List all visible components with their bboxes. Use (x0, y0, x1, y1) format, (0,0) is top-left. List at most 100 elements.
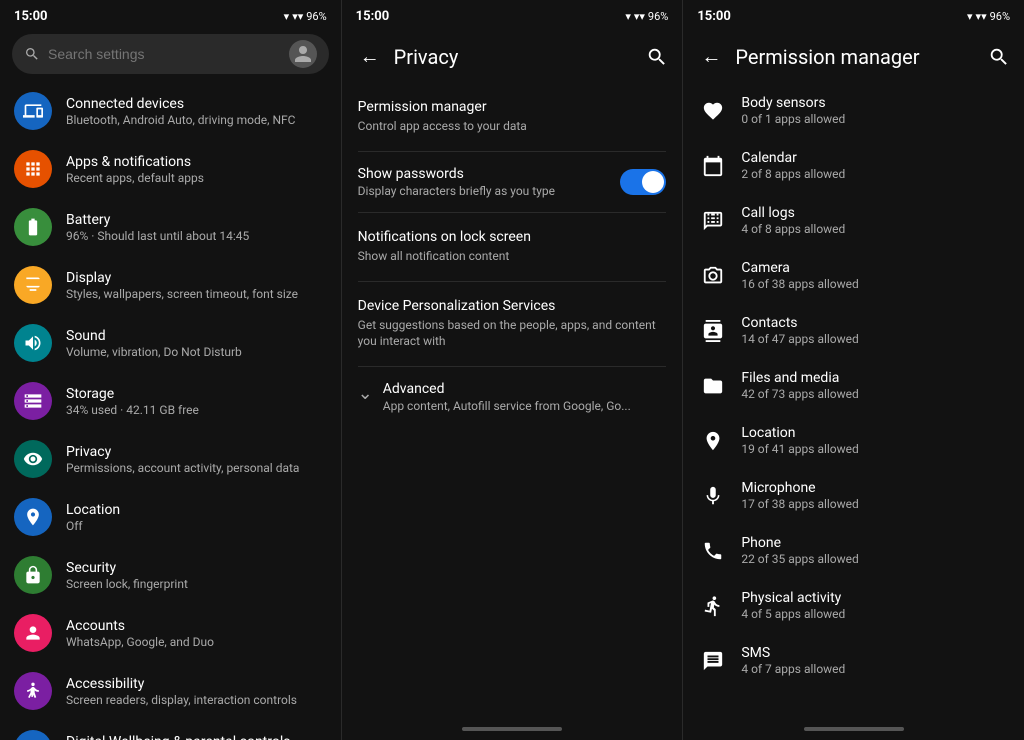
camera-perm-title: Camera (741, 260, 1008, 276)
perm-item-microphone[interactable]: Microphone17 of 38 apps allowed (683, 468, 1024, 523)
permission-manager-panel: 15:00 ▾ ▾▾ 96% ← Permission manager Body… (683, 0, 1024, 740)
permission-list: Body sensors0 of 1 apps allowedCalendar2… (683, 83, 1024, 718)
search-input[interactable] (48, 46, 281, 62)
battery-subtitle: 96% · Should last until about 14:45 (66, 229, 327, 243)
settings-item-privacy[interactable]: PrivacyPermissions, account activity, pe… (0, 430, 341, 488)
back-button-pm[interactable]: ← (697, 40, 725, 73)
avatar (289, 40, 317, 68)
settings-item-display[interactable]: DisplayStyles, wallpapers, screen timeou… (0, 256, 341, 314)
microphone-perm-icon (699, 482, 727, 510)
display-icon (14, 266, 52, 304)
show-passwords-toggle[interactable] (620, 169, 666, 195)
privacy-header: ← Privacy (342, 30, 683, 83)
contacts-perm-text: Contacts14 of 47 apps allowed (741, 315, 1008, 346)
camera-perm-text: Camera16 of 38 apps allowed (741, 260, 1008, 291)
perm-item-body-sensors[interactable]: Body sensors0 of 1 apps allowed (683, 83, 1024, 138)
storage-subtitle: 34% used · 42.11 GB free (66, 403, 327, 417)
battery-text: Battery96% · Should last until about 14:… (66, 212, 327, 243)
settings-item-battery[interactable]: Battery96% · Should last until about 14:… (0, 198, 341, 256)
settings-list: Connected devicesBluetooth, Android Auto… (0, 82, 341, 740)
connected-devices-title: Connected devices (66, 96, 327, 112)
privacy-item-advanced[interactable]: ⌄ Advanced App content, Autofill service… (342, 367, 683, 427)
privacy-icon (14, 440, 52, 478)
privacy-subtitle: Permissions, account activity, personal … (66, 461, 327, 475)
privacy-item-permission-manager[interactable]: Permission manager Control app access to… (342, 83, 683, 151)
security-text: SecurityScreen lock, fingerprint (66, 560, 327, 591)
status-bar-1: 15:00 ▾ ▾▾ 96% (0, 0, 341, 30)
perm-item-phone[interactable]: Phone22 of 35 apps allowed (683, 523, 1024, 578)
show-passwords-sub: Display characters briefly as you type (358, 184, 609, 198)
settings-item-accessibility[interactable]: AccessibilityScreen readers, display, in… (0, 662, 341, 720)
sms-perm-title: SMS (741, 645, 1008, 661)
body-sensors-perm-title: Body sensors (741, 95, 1008, 111)
privacy-item-show-passwords[interactable]: Show passwords Display characters briefl… (342, 152, 683, 212)
device-personalization-sub: Get suggestions based on the people, app… (358, 317, 667, 351)
connected-devices-icon (14, 92, 52, 130)
microphone-perm-title: Microphone (741, 480, 1008, 496)
perm-item-physical-activity[interactable]: Physical activity4 of 5 apps allowed (683, 578, 1024, 633)
location-perm-sub: 19 of 41 apps allowed (741, 442, 1008, 456)
settings-item-apps-notifications[interactable]: Apps & notificationsRecent apps, default… (0, 140, 341, 198)
settings-item-connected-devices[interactable]: Connected devicesBluetooth, Android Auto… (0, 82, 341, 140)
physical-activity-perm-sub: 4 of 5 apps allowed (741, 607, 1008, 621)
call-logs-perm-text: Call logs4 of 8 apps allowed (741, 205, 1008, 236)
sms-perm-sub: 4 of 7 apps allowed (741, 662, 1008, 676)
microphone-perm-sub: 17 of 38 apps allowed (741, 497, 1008, 511)
search-icon-privacy[interactable] (646, 46, 668, 68)
perm-item-calendar[interactable]: Calendar2 of 8 apps allowed (683, 138, 1024, 193)
body-sensors-perm-icon (699, 97, 727, 125)
perm-item-contacts[interactable]: Contacts14 of 47 apps allowed (683, 303, 1024, 358)
time-1: 15:00 (14, 9, 48, 24)
privacy-title: Privacy (394, 45, 637, 69)
storage-text: Storage34% used · 42.11 GB free (66, 386, 327, 417)
perm-item-sms[interactable]: SMS4 of 7 apps allowed (683, 633, 1024, 688)
apps-notifications-subtitle: Recent apps, default apps (66, 171, 327, 185)
home-bar-2 (462, 727, 562, 731)
physical-activity-perm-icon (699, 592, 727, 620)
advanced-sub: App content, Autofill service from Googl… (383, 399, 631, 413)
camera-perm-sub: 16 of 38 apps allowed (741, 277, 1008, 291)
security-icon (14, 556, 52, 594)
connected-devices-text: Connected devicesBluetooth, Android Auto… (66, 96, 327, 127)
battery-label-3: 96% (990, 10, 1010, 23)
back-button-privacy[interactable]: ← (356, 40, 384, 73)
notifications-lock-sub: Show all notification content (358, 248, 667, 265)
permission-manager-panel-title: Permission manager (735, 45, 978, 69)
settings-panel: 15:00 ▾ ▾▾ 96% Connected devicesBluetoot… (0, 0, 342, 740)
calendar-perm-title: Calendar (741, 150, 1008, 166)
files-media-perm-title: Files and media (741, 370, 1008, 386)
connected-devices-subtitle: Bluetooth, Android Auto, driving mode, N… (66, 113, 327, 127)
settings-item-digital-wellbeing[interactable]: Digital Wellbeing & parental controlsScr… (0, 720, 341, 740)
display-subtitle: Styles, wallpapers, screen timeout, font… (66, 287, 327, 301)
perm-item-files-media[interactable]: Files and media42 of 73 apps allowed (683, 358, 1024, 413)
location-icon (14, 498, 52, 536)
status-bar-2: 15:00 ▾ ▾▾ 96% (342, 0, 683, 30)
settings-item-sound[interactable]: SoundVolume, vibration, Do Not Disturb (0, 314, 341, 372)
battery-icon (14, 208, 52, 246)
settings-item-accounts[interactable]: AccountsWhatsApp, Google, and Duo (0, 604, 341, 662)
settings-item-security[interactable]: SecurityScreen lock, fingerprint (0, 546, 341, 604)
privacy-panel: 15:00 ▾ ▾▾ 96% ← Privacy Permission mana… (342, 0, 684, 740)
contacts-perm-icon (699, 317, 727, 345)
security-subtitle: Screen lock, fingerprint (66, 577, 327, 591)
device-personalization-title: Device Personalization Services (358, 298, 667, 314)
display-text: DisplayStyles, wallpapers, screen timeou… (66, 270, 327, 301)
perm-item-camera[interactable]: Camera16 of 38 apps allowed (683, 248, 1024, 303)
physical-activity-perm-title: Physical activity (741, 590, 1008, 606)
apps-notifications-title: Apps & notifications (66, 154, 327, 170)
settings-item-location[interactable]: LocationOff (0, 488, 341, 546)
privacy-item-device-personalization[interactable]: Device Personalization Services Get sugg… (342, 282, 683, 367)
home-bar-3 (804, 727, 904, 731)
search-bar[interactable] (12, 34, 329, 74)
call-logs-perm-title: Call logs (741, 205, 1008, 221)
digital-wellbeing-text: Digital Wellbeing & parental controlsScr… (66, 734, 327, 740)
perm-item-location[interactable]: Location19 of 41 apps allowed (683, 413, 1024, 468)
accessibility-text: AccessibilityScreen readers, display, in… (66, 676, 327, 707)
settings-item-storage[interactable]: Storage34% used · 42.11 GB free (0, 372, 341, 430)
search-icon-pm[interactable] (988, 46, 1010, 68)
privacy-item-notifications-lock[interactable]: Notifications on lock screen Show all no… (342, 213, 683, 281)
microphone-perm-text: Microphone17 of 38 apps allowed (741, 480, 1008, 511)
battery-title: Battery (66, 212, 327, 228)
time-2: 15:00 (356, 9, 390, 24)
perm-item-call-logs[interactable]: Call logs4 of 8 apps allowed (683, 193, 1024, 248)
